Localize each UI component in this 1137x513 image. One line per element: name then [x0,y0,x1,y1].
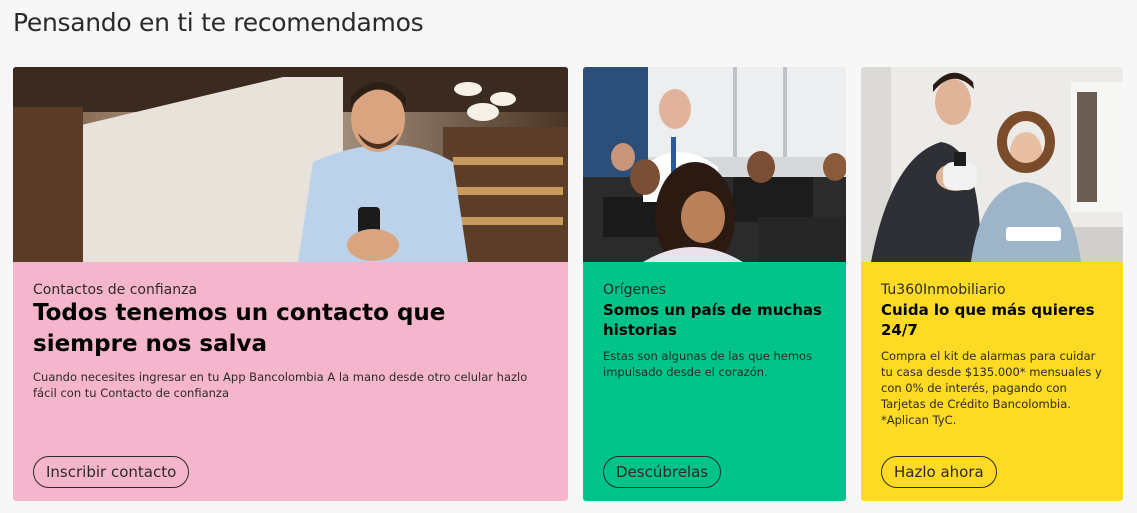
card-eyebrow: Contactos de confianza [33,282,198,298]
man-with-phone-photo [13,67,568,262]
card-body: Contactos de confianza Todos tenemos un … [13,262,568,501]
hazlo-ahora-button[interactable]: Hazlo ahora [881,456,997,488]
card-description: Compra el kit de alarmas para cuidar tu … [881,349,1102,427]
card-body: Orígenes Somos un país de muchas histori… [583,262,846,501]
recommendation-card-contactos[interactable]: Contactos de confianza Todos tenemos un … [13,67,568,501]
card-title: Somos un país de muchas historias [603,301,822,339]
card-eyebrow: Tu360Inmobiliario [881,282,1006,298]
card-title: Todos tenemos un contacto que siempre no… [33,300,446,357]
card-eyebrow: Orígenes [603,282,666,298]
recommendation-card-origenes[interactable]: Orígenes Somos un país de muchas histori… [583,67,846,501]
classroom-photo [583,67,846,262]
section-heading: Pensando en ti te recomendamos [13,8,424,37]
recommendation-card-inmobiliario[interactable]: Tu360Inmobiliario Cuida lo que más quier… [861,67,1123,501]
card-description: Cuando necesites ingresar en tu App Banc… [33,370,528,400]
card-body: Tu360Inmobiliario Cuida lo que más quier… [861,262,1123,501]
card-description: Estas son algunas de las que hemos impul… [603,349,813,379]
inscribir-contacto-button[interactable]: Inscribir contacto [33,456,190,488]
descubrelas-button[interactable]: Descúbrelas [603,456,722,488]
couple-with-camera-photo [861,67,1123,262]
card-title: Cuida lo que más quieres 24/7 [881,301,1095,339]
